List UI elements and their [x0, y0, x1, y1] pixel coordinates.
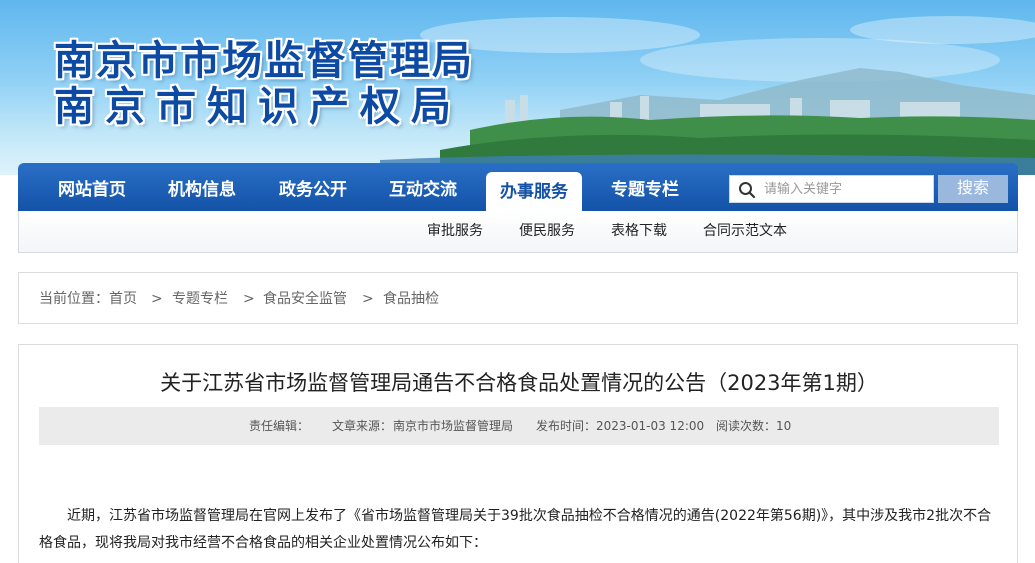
- search-button[interactable]: 搜索: [938, 175, 1008, 203]
- search-box: [729, 175, 934, 203]
- breadcrumb-separator: >: [151, 291, 163, 307]
- breadcrumb-home[interactable]: 首页: [109, 273, 137, 325]
- article-meta: 责任编辑： 文章来源： 南京市市场监督管理局 发布时间： 2023-01-03 …: [39, 407, 999, 445]
- article: 关于江苏省市场监督管理局通告不合格食品处置情况的公告（2023年第1期） 责任编…: [18, 344, 1018, 563]
- subnav-item-contract-templates[interactable]: 合同示范文本: [703, 211, 787, 251]
- nav-item-gov-affairs[interactable]: 政务公开: [279, 163, 347, 211]
- meta-views-label: 阅读次数：: [716, 419, 777, 433]
- sub-nav: 审批服务 便民服务 表格下载 合同示范文本: [18, 211, 1018, 253]
- search-input[interactable]: [764, 176, 929, 202]
- header-banner: 南京市市场监督管理局 南京市知识产权局: [0, 0, 1035, 175]
- meta-source: 南京市市场监督管理局: [393, 419, 514, 433]
- main-nav: 网站首页 机构信息 政务公开 互动交流 办事服务 专题专栏 搜索: [18, 163, 1018, 211]
- breadcrumb: 当前位置： 首页 > 专题专栏 > 食品安全监管 > 食品抽检: [18, 272, 1018, 324]
- nav-item-org-info[interactable]: 机构信息: [168, 163, 236, 211]
- subnav-item-convenience[interactable]: 便民服务: [519, 211, 575, 251]
- breadcrumb-separator: >: [243, 291, 255, 307]
- nav-item-home[interactable]: 网站首页: [58, 163, 126, 211]
- subnav-item-forms[interactable]: 表格下载: [611, 211, 667, 251]
- meta-source-label: 文章来源：: [332, 419, 393, 433]
- breadcrumb-special[interactable]: 专题专栏: [172, 273, 228, 325]
- nav-item-interaction[interactable]: 互动交流: [389, 163, 457, 211]
- breadcrumb-prefix: 当前位置：: [39, 291, 109, 307]
- breadcrumb-food-safety[interactable]: 食品安全监管: [263, 273, 347, 325]
- breadcrumb-separator: >: [362, 291, 374, 307]
- site-title-line1: 南京市市场监督管理局: [54, 37, 474, 84]
- article-title: 关于江苏省市场监督管理局通告不合格食品处置情况的公告（2023年第1期）: [160, 371, 878, 395]
- site-title-line2: 南京市知识产权局: [54, 83, 462, 130]
- breadcrumb-food-sampling[interactable]: 食品抽检: [383, 273, 439, 325]
- meta-date: 2023-01-03 12:00: [596, 419, 705, 433]
- subnav-item-approval[interactable]: 审批服务: [427, 211, 483, 251]
- meta-editor-label: 责任编辑：: [249, 419, 310, 433]
- meta-views: 10: [776, 419, 792, 433]
- meta-date-label: 发布时间：: [536, 419, 597, 433]
- nav-item-special[interactable]: 专题专栏: [611, 163, 679, 211]
- search-icon: [739, 182, 756, 199]
- article-paragraph: 近期，江苏省市场监督管理局在官网上发布了《省市场监督管理局关于39批次食品抽检不…: [39, 508, 992, 551]
- nav-item-services[interactable]: 办事服务: [486, 172, 582, 211]
